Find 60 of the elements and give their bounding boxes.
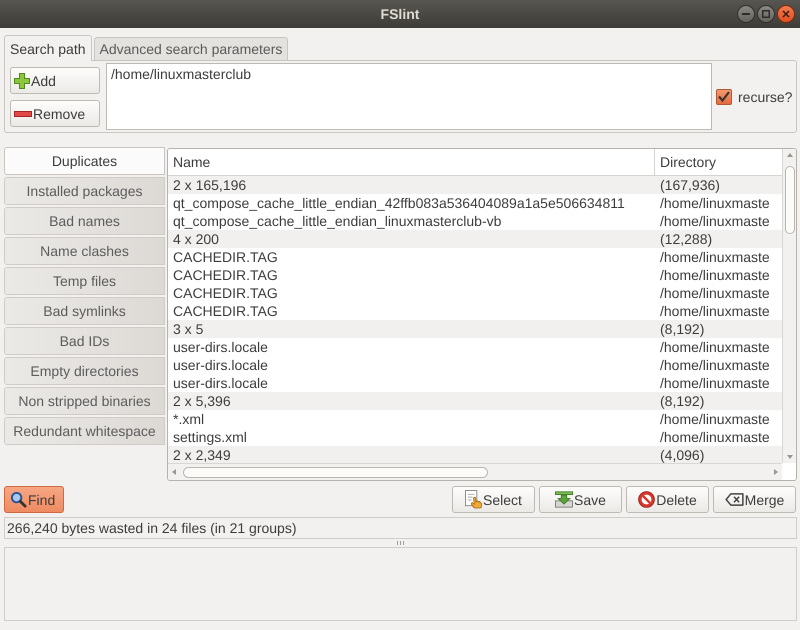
- sidebar-tab[interactable]: Name clashes: [4, 237, 165, 265]
- sidebar-tab[interactable]: Installed packages: [4, 177, 165, 205]
- scroll-right-icon: [774, 469, 778, 475]
- sidebar-tab[interactable]: Duplicates: [4, 147, 165, 175]
- recurse-checkbox[interactable]: [716, 88, 732, 104]
- scrollbar-thumb[interactable]: [784, 166, 794, 234]
- path-list[interactable]: /home/linuxmasterclub: [106, 63, 712, 130]
- table-cell: (4,096): [655, 446, 782, 463]
- table-cell: (8,192): [655, 320, 782, 338]
- close-icon: [782, 10, 790, 18]
- scroll-left-icon: [172, 469, 176, 475]
- vertical-scrollbar[interactable]: [782, 149, 796, 463]
- status-bar: 266,240 bytes wasted in 24 files (in 21 groups): [4, 517, 797, 539]
- merge-button[interactable]: Merge: [713, 486, 796, 513]
- sidebar-tab[interactable]: Bad names: [4, 207, 165, 235]
- prohibited-icon: [638, 491, 656, 508]
- table-cell: (12,288): [655, 230, 782, 248]
- path-entry[interactable]: /home/linuxmasterclub: [111, 65, 252, 83]
- table-cell: 2 x 5,396: [168, 392, 655, 410]
- remove-button[interactable]: Remove: [10, 100, 100, 127]
- minus-icon: [14, 110, 32, 116]
- delete-button[interactable]: Delete: [626, 486, 709, 513]
- table-cell: 4 x 200: [168, 230, 655, 248]
- scrollbar-thumb[interactable]: [183, 466, 488, 478]
- sidebar-tab[interactable]: Temp files: [4, 267, 165, 295]
- scroll-up-icon: [786, 153, 792, 157]
- table-cell: 2 x 2,349: [168, 446, 655, 463]
- table-cell: (167,936): [655, 176, 782, 194]
- maximize-icon: [762, 10, 770, 18]
- find-button[interactable]: Find: [4, 486, 64, 513]
- plus-icon: [14, 72, 30, 88]
- select-button[interactable]: Select: [452, 486, 535, 513]
- pane-grip-icon[interactable]: [397, 541, 404, 545]
- table-cell: (8,192): [655, 392, 782, 410]
- tray-arrow-icon: [555, 491, 574, 508]
- table-cell: 2 x 165,196: [168, 176, 655, 194]
- save-button[interactable]: Save: [539, 486, 622, 513]
- minimize-button[interactable]: [737, 5, 755, 23]
- column-header[interactable]: Directory: [655, 149, 782, 175]
- backspace-icon: [724, 493, 744, 506]
- scroll-down-icon: [786, 455, 792, 459]
- sidebar-tab[interactable]: Bad symlinks: [4, 297, 165, 325]
- sidebar-tab[interactable]: Non stripped binaries: [4, 387, 165, 415]
- tab[interactable]: Advanced search parameters: [94, 37, 288, 60]
- checkbox-label[interactable]: recurse?: [738, 88, 792, 104]
- checkmark-icon: [718, 91, 730, 102]
- table-cell: 3 x 5: [168, 320, 655, 338]
- maximize-button[interactable]: [757, 5, 775, 23]
- horizontal-scrollbar[interactable]: [168, 463, 782, 480]
- close-button[interactable]: [777, 5, 795, 23]
- minimize-icon: [742, 13, 750, 15]
- tab[interactable]: Search path: [4, 35, 92, 61]
- window-title: FSlint: [380, 6, 420, 22]
- search-icon: [10, 491, 27, 508]
- column-header[interactable]: Name: [168, 149, 655, 175]
- add-button[interactable]: Add: [10, 67, 100, 94]
- sidebar-tab[interactable]: Redundant whitespace: [4, 417, 165, 445]
- sidebar-tab[interactable]: Bad IDs: [4, 327, 165, 355]
- document-hand-icon: [465, 490, 482, 509]
- sidebar-tab[interactable]: Empty directories: [4, 357, 165, 385]
